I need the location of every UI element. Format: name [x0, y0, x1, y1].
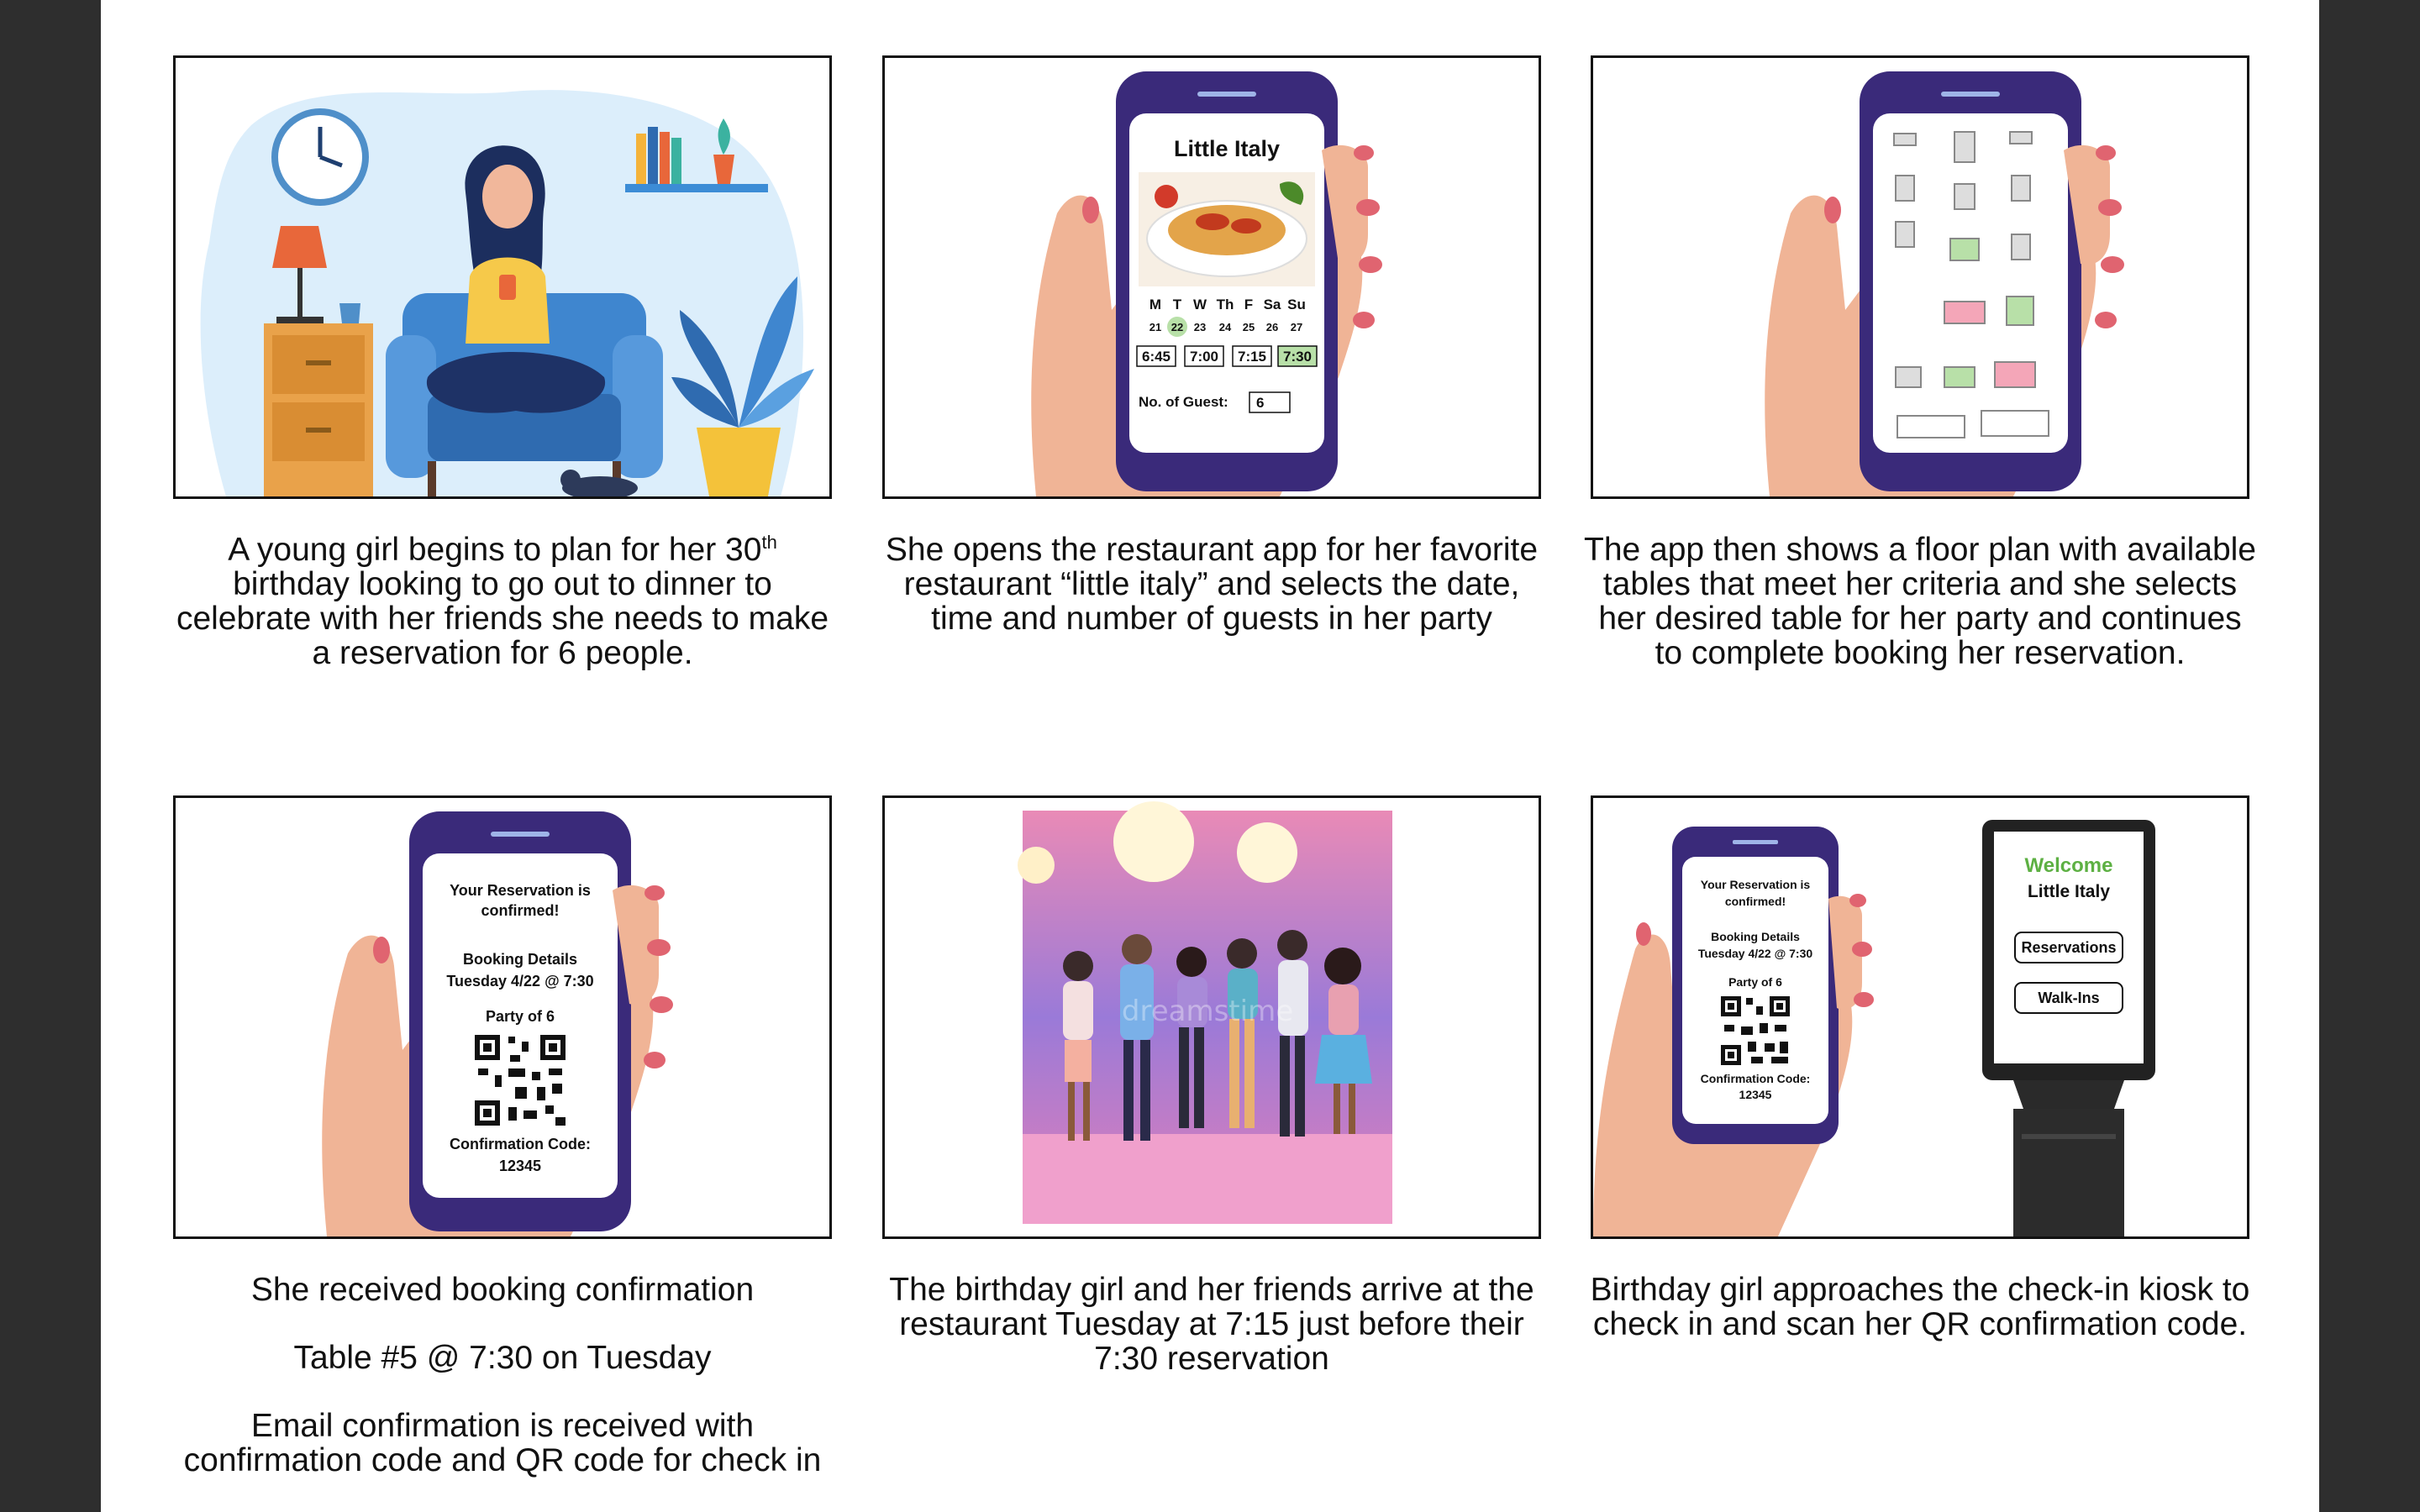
guests-label: No. of Guest:	[1139, 394, 1228, 410]
svg-text:M: M	[1150, 297, 1161, 312]
kiosk-welcome: Welcome	[2025, 854, 2113, 877]
panel-4-confirmation: Your Reservation is confirmed! Booking D…	[173, 795, 832, 1239]
caption-panel-6: Birthday girl approaches the check-in ki…	[1590, 1272, 2250, 1342]
check-in-kiosk: Welcome Little Italy Reservations Walk-I…	[1982, 820, 2155, 1236]
svg-text:Your Reservation is: Your Reservation is	[450, 882, 591, 899]
restaurant-name: Little Italy	[1174, 136, 1280, 161]
svg-text:confirmed!: confirmed!	[1725, 895, 1786, 908]
svg-text:12345: 12345	[1739, 1088, 1772, 1101]
svg-text:25: 25	[1243, 321, 1255, 333]
svg-text:Your Reservation is: Your Reservation is	[1701, 878, 1811, 891]
svg-text:21: 21	[1150, 321, 1161, 333]
svg-text:Confirmation Code:: Confirmation Code:	[1701, 1072, 1811, 1085]
nightstand-icon	[264, 323, 373, 496]
svg-text:Confirmation Code:: Confirmation Code:	[450, 1136, 591, 1152]
light-icon	[1018, 847, 1055, 884]
light-icon	[1113, 801, 1194, 882]
phone-app-illustration: Little Italy M T W Th F Sa Su 21 22 23 2…	[1031, 71, 1382, 496]
panel-5-party-arrival: dreamstime	[882, 795, 1541, 1239]
watermark-text: dreamstime	[1122, 995, 1293, 1028]
svg-text:Sa: Sa	[1264, 297, 1281, 312]
light-icon	[1237, 822, 1297, 883]
svg-text:Walk-Ins: Walk-Ins	[2038, 990, 2099, 1006]
svg-text:Th: Th	[1217, 297, 1234, 312]
svg-text:confirmed!: confirmed!	[481, 902, 559, 919]
svg-text:24: 24	[1219, 321, 1232, 333]
svg-text:6: 6	[1256, 395, 1264, 411]
svg-text:Su: Su	[1287, 297, 1306, 312]
svg-text:23: 23	[1194, 321, 1206, 333]
svg-text:26: 26	[1266, 321, 1278, 333]
caption-panel-3: The app then shows a floor plan with ava…	[1584, 532, 2256, 671]
qr-code-icon	[475, 1035, 566, 1126]
svg-text:Booking Details: Booking Details	[1711, 930, 1800, 943]
girl-on-chair-illustration	[200, 90, 814, 496]
panel-3-floor-plan	[1591, 55, 2249, 499]
svg-text:Booking Details: Booking Details	[463, 951, 577, 968]
confirmation-phone-illustration: Your Reservation is confirmed! Booking D…	[322, 811, 673, 1236]
kiosk-illustration: Your Reservation is confirmed! Booking D…	[1593, 820, 2155, 1236]
svg-text:Party of 6: Party of 6	[1728, 975, 1782, 989]
floor-plan-phone-illustration	[1765, 71, 2124, 496]
panel-1-girl-planning	[173, 55, 832, 499]
svg-text:Reservations: Reservations	[2021, 939, 2116, 956]
svg-text:22: 22	[1171, 321, 1183, 333]
caption-panel-2: She opens the restaurant app for her fav…	[885, 532, 1539, 637]
kiosk-restaurant-name: Little Italy	[2028, 882, 2110, 901]
svg-text:T: T	[1173, 297, 1182, 312]
svg-text:7:30: 7:30	[1283, 349, 1312, 365]
svg-text:6:45: 6:45	[1142, 349, 1171, 365]
svg-text:W: W	[1193, 297, 1207, 312]
svg-text:7:00: 7:00	[1190, 349, 1218, 365]
panel-2-app-selection: Little Italy M T W Th F Sa Su 21 22 23 2…	[882, 55, 1541, 499]
panel-6-kiosk: Your Reservation is confirmed! Booking D…	[1591, 795, 2249, 1239]
svg-text:Tuesday 4/22 @ 7:30: Tuesday 4/22 @ 7:30	[446, 973, 593, 990]
svg-text:7:15: 7:15	[1238, 349, 1266, 365]
party-illustration: dreamstime	[1018, 801, 1392, 1224]
svg-text:27: 27	[1291, 321, 1302, 333]
clock-icon	[271, 108, 369, 206]
svg-text:F: F	[1244, 297, 1253, 312]
qr-code-icon	[1721, 996, 1790, 1065]
svg-text:Tuesday 4/22 @ 7:30: Tuesday 4/22 @ 7:30	[1698, 947, 1813, 960]
svg-text:12345: 12345	[499, 1158, 541, 1174]
caption-panel-4: She received booking confirmation Table …	[183, 1272, 822, 1478]
caption-panel-5: The birthday girl and her friends arrive…	[889, 1272, 1534, 1377]
storyboard-page: Little Italy M T W Th F Sa Su 21 22 23 2…	[101, 0, 2319, 1512]
caption-panel-1: A young girl begins to plan for her 30th…	[176, 532, 829, 671]
svg-text:Party of 6: Party of 6	[486, 1008, 555, 1025]
pasta-image	[1139, 172, 1315, 286]
